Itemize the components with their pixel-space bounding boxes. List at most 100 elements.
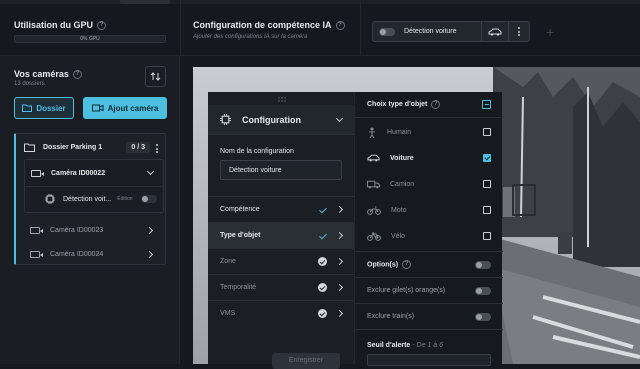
help-icon[interactable]: ? — [335, 21, 345, 31]
competence-section-title: Configuration de compétence IA? — [193, 20, 345, 31]
chevron-right-icon[interactable] — [335, 283, 344, 292]
skill-row[interactable]: Détection voit... Édition — [25, 186, 163, 212]
top-strip — [0, 0, 640, 4]
top-tab-stub[interactable] — [120, 0, 170, 4]
new-folder-button[interactable]: Dossier — [14, 97, 74, 119]
options-toggle[interactable] — [475, 260, 491, 269]
camera-name: Caméra ID00024 — [50, 250, 104, 258]
object-type-voiture[interactable]: Voiture — [355, 145, 503, 171]
exclude-train-row[interactable]: Exclure train(s) — [355, 303, 503, 329]
camera-row[interactable]: Caméra ID00024 — [16, 241, 166, 267]
exclude-vest-row[interactable]: Exclure gilet(s) orange(s) — [355, 277, 503, 303]
config-name-value: Détection voiture — [229, 166, 282, 174]
gpu-usage-text: 0% GPU — [80, 36, 100, 42]
object-type-humain[interactable]: Humain — [355, 119, 503, 145]
gpu-title: Utilisation du GPU — [14, 20, 94, 30]
object-type-checkbox[interactable] — [483, 232, 491, 240]
divider — [180, 0, 181, 56]
folder-card: Dossier Parking 1 0 / 3 Caméra ID00022 D… — [14, 133, 166, 265]
object-type-label: Camion — [390, 180, 415, 188]
skill-chip[interactable]: Détection voiture — [372, 21, 530, 42]
configuration-header[interactable]: Configuration — [208, 105, 354, 135]
configuration-panel: Configuration Nom de la configuration Dé… — [208, 92, 354, 369]
divider — [360, 0, 361, 56]
camera-name: Caméra ID00022 — [51, 169, 106, 177]
competence-title: Configuration de compétence IA — [193, 20, 332, 30]
chip-icon — [220, 114, 231, 125]
folder-count: 13 dossiers — [14, 81, 45, 87]
gpu-section-title: Utilisation du GPU? — [14, 20, 107, 31]
threshold-hint: De 1 à 6 — [416, 342, 443, 349]
config-row-temporality[interactable]: Temporalité — [208, 274, 354, 300]
chip-label: Détection voiture — [404, 28, 457, 35]
help-icon[interactable]: ? — [431, 100, 441, 109]
camera-icon — [30, 226, 43, 234]
save-button[interactable]: Enregistrer — [272, 353, 340, 369]
config-row-label: Type d'objet — [220, 232, 261, 239]
chevron-down-icon[interactable] — [335, 114, 344, 122]
folder-plus-icon — [22, 104, 33, 112]
camera-row[interactable]: Caméra ID00022 — [25, 160, 163, 186]
object-type-label: Humain — [387, 128, 412, 136]
check-icon — [319, 231, 327, 240]
object-type-moto[interactable]: Moto — [355, 197, 503, 223]
gpu-usage-bar: 0% GPU — [14, 35, 166, 43]
add-skill-icon[interactable]: + — [546, 24, 554, 40]
object-type-velo[interactable]: Vélo — [355, 223, 503, 249]
car-icon — [482, 28, 508, 36]
camera-icon — [30, 250, 43, 258]
folder-row[interactable]: Dossier Parking 1 0 / 3 — [16, 134, 166, 160]
cameras-title-row: Vos caméras? — [14, 69, 82, 80]
object-type-checkbox[interactable] — [483, 206, 491, 214]
check-circle-icon — [318, 257, 327, 266]
help-icon[interactable]: ? — [402, 260, 412, 269]
chevron-right-icon[interactable] — [145, 250, 154, 258]
config-row-object-type[interactable]: Type d'objet — [208, 222, 354, 248]
chevron-right-icon[interactable] — [335, 231, 344, 240]
object-type-checkbox[interactable] — [483, 128, 491, 136]
chevron-right-icon[interactable] — [335, 205, 344, 214]
alert-threshold-section: Seuil d'alerte - De 1 à 6 — [355, 329, 503, 366]
top-bar: Utilisation du GPU? 0% GPU Configuration… — [0, 0, 640, 56]
threshold-input[interactable] — [367, 354, 491, 366]
config-row-zone[interactable]: Zone — [208, 248, 354, 274]
help-icon[interactable]: ? — [97, 21, 107, 31]
object-type-panel: Choix type d'objet? Humain Voiture Camio… — [354, 92, 503, 366]
exclude-train-toggle[interactable] — [475, 312, 491, 321]
chip-toggle[interactable] — [379, 27, 395, 36]
options-row[interactable]: Option(s)? — [355, 251, 503, 277]
config-name-input[interactable]: Détection voiture — [220, 160, 342, 180]
chevron-right-icon[interactable] — [335, 257, 344, 266]
object-type-checkbox[interactable] — [483, 154, 491, 162]
config-row-competence[interactable]: Compétence — [208, 196, 354, 222]
drag-handle-icon[interactable] — [278, 95, 286, 102]
truck-icon — [367, 180, 380, 188]
chevron-right-icon[interactable] — [335, 309, 344, 318]
skill-name: Détection voit... — [63, 195, 112, 203]
add-camera-button[interactable]: Ajout caméra — [83, 97, 167, 119]
motorcycle-icon — [367, 206, 381, 215]
object-type-camion[interactable]: Camion — [355, 171, 503, 197]
more-options-icon[interactable] — [509, 27, 529, 36]
object-type-label: Vélo — [391, 232, 406, 240]
chevron-right-icon[interactable] — [145, 226, 154, 234]
camera-plus-icon — [91, 104, 104, 112]
exclude-vest-toggle[interactable] — [475, 286, 491, 295]
more-options-icon[interactable] — [156, 141, 158, 153]
edit-badge: Édition — [117, 196, 133, 202]
chevron-down-icon[interactable] — [146, 167, 155, 176]
config-row-vms[interactable]: VMS — [208, 300, 354, 326]
camera-row[interactable]: Caméra ID00023 — [16, 217, 166, 243]
check-icon — [319, 205, 327, 214]
cameras-title: Vos caméras — [14, 69, 69, 79]
object-type-checkbox[interactable] — [483, 180, 491, 188]
select-all-checkbox[interactable] — [482, 100, 491, 109]
sort-button[interactable] — [145, 66, 166, 87]
check-circle-icon — [318, 309, 327, 318]
object-type-header: Choix type d'objet? — [355, 92, 503, 118]
options-label: Option(s) — [367, 261, 399, 269]
exclude-vest-label: Exclure gilet(s) orange(s) — [367, 287, 446, 294]
sort-icon — [150, 72, 161, 81]
skill-toggle[interactable] — [141, 195, 157, 203]
help-icon[interactable]: ? — [72, 70, 82, 80]
